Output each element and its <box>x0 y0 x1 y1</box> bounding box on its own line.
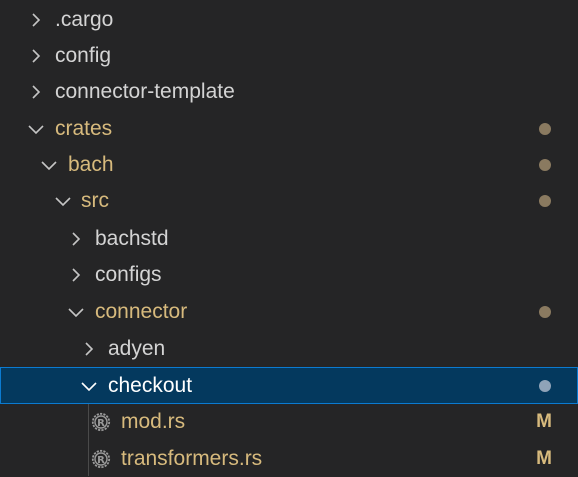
chevron-down-icon <box>54 183 72 219</box>
tree-item-checkout[interactable]: checkout <box>0 367 578 404</box>
tree-item-connector-template[interactable]: connector-template <box>0 74 578 110</box>
tree-item-label: config <box>55 44 112 67</box>
tree-item-config[interactable]: config <box>0 38 578 74</box>
tree-item-bachstd[interactable]: bachstd <box>0 221 578 257</box>
modified-dot-icon <box>539 195 551 207</box>
tree-item-mod-rs[interactable]: R mod.rs M <box>0 404 578 440</box>
tree-item-connector[interactable]: connector <box>0 294 578 330</box>
chevron-right-icon <box>80 331 98 367</box>
tree-item-label: connector <box>95 300 188 323</box>
tree-item-label: .cargo <box>55 8 114 31</box>
tree-item-cargo[interactable]: .cargo <box>0 2 578 38</box>
tree-item-label: bach <box>68 153 114 176</box>
tree-item-src[interactable]: src <box>0 183 578 219</box>
chevron-right-icon <box>27 74 45 110</box>
tree-item-bach[interactable]: bach <box>0 147 578 183</box>
tree-item-transformers-rs[interactable]: R transformers.rs M <box>0 441 578 477</box>
tree-item-configs[interactable]: configs <box>0 257 578 293</box>
modified-dot-icon <box>539 123 551 135</box>
tree-item-label: bachstd <box>95 227 169 250</box>
rust-file-icon: R <box>91 412 111 432</box>
chevron-down-icon <box>27 111 45 147</box>
tree-item-adyen[interactable]: adyen <box>0 331 578 367</box>
file-explorer-tree: .cargo config connector-template crates … <box>0 0 578 476</box>
git-modified-badge: M <box>536 448 552 469</box>
modified-dot-icon <box>539 380 551 392</box>
tree-item-crates[interactable]: crates <box>0 111 578 147</box>
chevron-right-icon <box>67 221 85 257</box>
tree-item-label: connector-template <box>55 80 235 103</box>
tree-item-label: mod.rs <box>121 410 186 433</box>
rust-file-icon: R <box>91 449 111 469</box>
chevron-down-icon <box>67 294 85 330</box>
modified-dot-icon <box>539 306 551 318</box>
tree-item-label: src <box>81 189 109 212</box>
svg-text:R: R <box>97 455 105 466</box>
git-modified-badge: M <box>536 411 552 432</box>
tree-item-label: configs <box>95 263 162 286</box>
svg-text:R: R <box>97 418 105 429</box>
tree-item-label: checkout <box>108 374 193 397</box>
tree-item-label: transformers.rs <box>121 447 263 470</box>
chevron-right-icon <box>27 38 45 74</box>
tree-item-label: adyen <box>108 337 166 360</box>
chevron-down-icon <box>40 147 58 183</box>
chevron-right-icon <box>67 257 85 293</box>
chevron-down-icon <box>80 368 98 404</box>
modified-dot-icon <box>539 159 551 171</box>
chevron-right-icon <box>27 2 45 38</box>
tree-item-label: crates <box>55 117 113 140</box>
